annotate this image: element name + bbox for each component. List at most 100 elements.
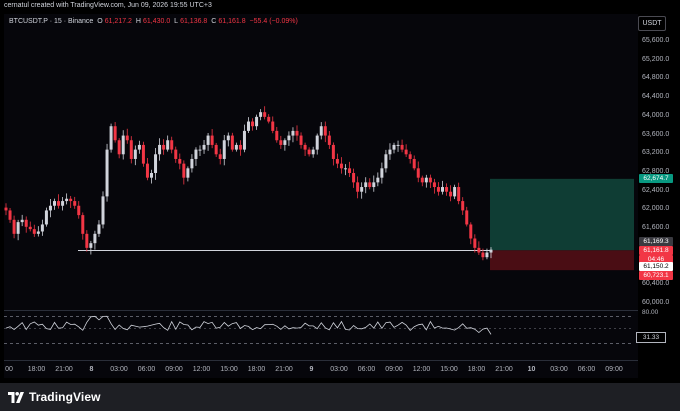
candle-body (242, 130, 246, 150)
open-label: O (97, 18, 103, 25)
candle-body (441, 187, 444, 192)
candle-body (166, 140, 170, 150)
time-axis-label: 8 (89, 366, 94, 373)
candle-body (327, 135, 331, 145)
candle-body (348, 168, 352, 173)
candle-body (339, 163, 343, 169)
stop-loss-zone (490, 250, 634, 271)
price-axis-label: 62,400.0 (642, 186, 670, 194)
candle-body (238, 144, 242, 150)
candle-body (105, 149, 109, 197)
price-axis-label: 62,000.0 (642, 205, 670, 213)
candle-body (230, 135, 234, 150)
currency-selector[interactable]: USDT (638, 16, 666, 31)
candle-body (263, 112, 267, 117)
change-value: −55.4 (−0.09%) (249, 18, 298, 25)
low-label: L (174, 18, 179, 25)
candle-body (20, 219, 24, 223)
candle-body (137, 144, 141, 150)
candle-body (445, 187, 449, 192)
candle-body (16, 222, 20, 234)
open-value: 61,217.2 (104, 18, 132, 25)
candle-body (65, 198, 69, 202)
tradingview-brand: TradingView (29, 390, 101, 404)
candle-body (202, 144, 206, 150)
candle-body (412, 158, 416, 169)
tradingview-logo[interactable]: TradingView (8, 389, 101, 405)
candle-body (121, 135, 125, 155)
candle-body (53, 201, 56, 206)
candle-body (154, 154, 158, 173)
candle-body (331, 144, 335, 159)
candle-body (436, 187, 440, 192)
price-axis-label: 63,600.0 (642, 130, 670, 138)
take-profit-tag: 62,674.7 (639, 174, 673, 183)
time-axis-label: 10 (527, 366, 536, 373)
candle-body (311, 149, 315, 155)
candle-body (81, 215, 85, 234)
time-axis-label: 15:00 (440, 366, 458, 373)
time-axis-label: 18:00 (467, 366, 486, 373)
time-axis-label: 06:00 (357, 366, 376, 373)
candle-body (97, 224, 101, 234)
candle-body (162, 144, 166, 150)
high-label: H (135, 18, 141, 25)
time-axis-label: 9 (309, 366, 314, 373)
candle-body (206, 135, 210, 145)
candle-body (145, 163, 149, 178)
candle-body (89, 243, 93, 248)
candle-body (194, 149, 198, 159)
footer-bar: TradingView (0, 383, 680, 411)
candle-body (307, 149, 311, 155)
candle-body (109, 126, 113, 150)
time-axis-label: 06:00 (577, 366, 596, 373)
candle-body (28, 226, 32, 230)
time-axis-label: 06:00 (137, 366, 156, 373)
candle-body (178, 158, 182, 164)
last-price-tag: 61,169.3 (639, 237, 673, 246)
time-axis-label: 18:00 (27, 366, 46, 373)
time-axis-label: 03:00 (330, 366, 348, 373)
candle-body (364, 182, 368, 188)
time-axis-label: 12:00 (412, 366, 431, 373)
price-axis-label: 60,400.0 (642, 280, 670, 288)
candle-body (32, 229, 36, 234)
candle-body (93, 233, 97, 244)
rsi-value-tag: 31.33 (636, 332, 666, 343)
price-axis-label: 65,200.0 (642, 55, 670, 63)
candle-body (36, 231, 40, 234)
candle-body (319, 126, 323, 136)
candle-body (372, 182, 376, 188)
ohlc-legend: BTCUSDT.P · 15 · Binance O 61,217.2 H 61,4… (9, 18, 300, 25)
candle-body (428, 177, 432, 183)
candle-body (61, 201, 65, 206)
candle-body (299, 135, 303, 145)
candle-body (416, 168, 420, 178)
candle-body (344, 168, 347, 170)
candle-body (251, 121, 255, 127)
close-value: 61,161.8 (218, 18, 246, 25)
candle-body (85, 233, 89, 248)
candle-body (465, 210, 469, 225)
candle-body (287, 135, 291, 141)
candle-body (57, 201, 61, 206)
candle-body (384, 154, 388, 169)
candle-body (267, 116, 271, 122)
candle-body (477, 247, 481, 253)
time-axis-label: 03:00 (550, 366, 568, 373)
candle-body (376, 177, 380, 183)
time-axis-label: 18:00 (247, 366, 266, 373)
price-axis-label: 60,000.0 (642, 299, 670, 306)
candlestick-chart[interactable] (0, 0, 680, 411)
candle-body (404, 149, 408, 155)
high-value: 61,430.0 (142, 18, 171, 25)
chart-window: cernatul created with TradingView.com, J… (0, 0, 680, 411)
candle-body (279, 140, 283, 145)
candle-body (218, 154, 222, 159)
candle-body (275, 130, 279, 141)
candle-body (44, 210, 48, 225)
time-axis-label: 21:00 (275, 366, 293, 373)
candle-body (315, 135, 319, 150)
candle-body (469, 224, 473, 239)
candle-body (12, 219, 16, 234)
